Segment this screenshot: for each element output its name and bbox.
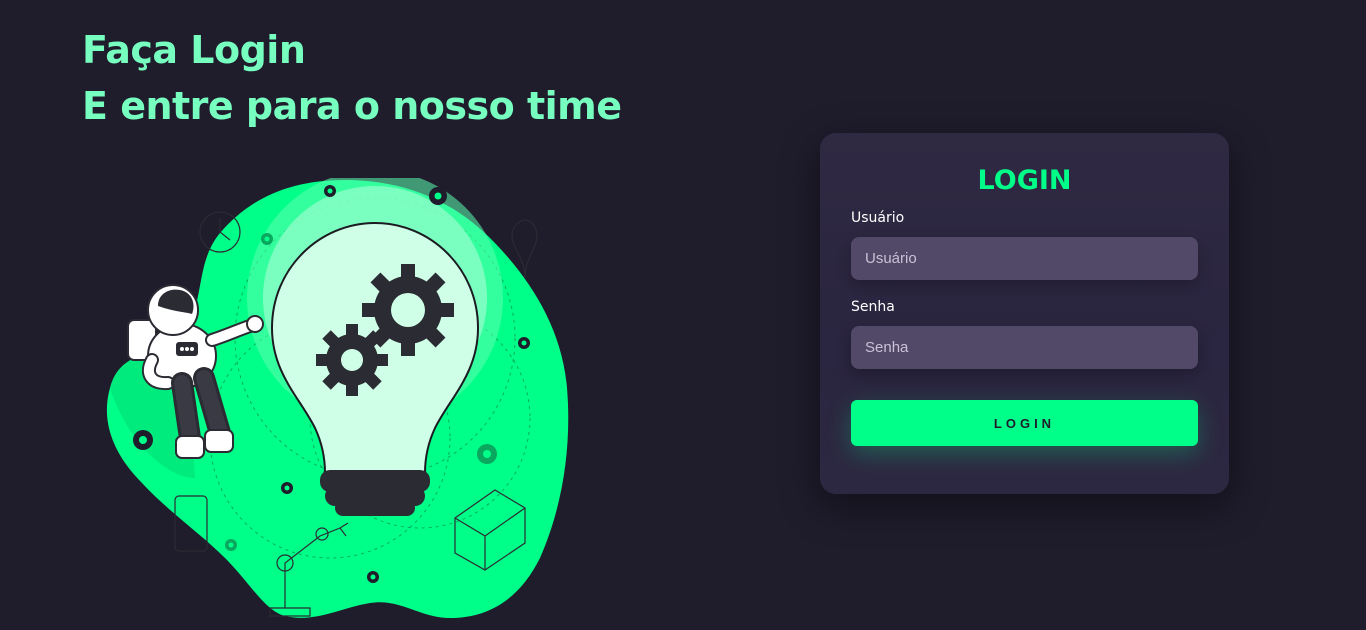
password-input[interactable] (851, 326, 1198, 369)
hero-heading: Faça Login E entre para o nosso time (82, 22, 622, 134)
hero-line-2: E entre para o nosso time (82, 84, 622, 128)
login-title: LOGIN (977, 165, 1072, 196)
login-card: LOGIN Usuário Senha LOGIN (820, 133, 1229, 494)
username-label: Usuário (851, 210, 905, 226)
username-input[interactable] (851, 237, 1198, 280)
login-button[interactable]: LOGIN (851, 400, 1198, 446)
hero-line-1: Faça Login (82, 28, 306, 72)
astronaut-lightbulb-illustration (106, 178, 569, 618)
gear-icon (316, 324, 388, 396)
login-page: Faça Login E entre para o nosso time LOG… (0, 0, 1366, 630)
bulb-base (320, 470, 430, 516)
password-label: Senha (851, 299, 895, 315)
